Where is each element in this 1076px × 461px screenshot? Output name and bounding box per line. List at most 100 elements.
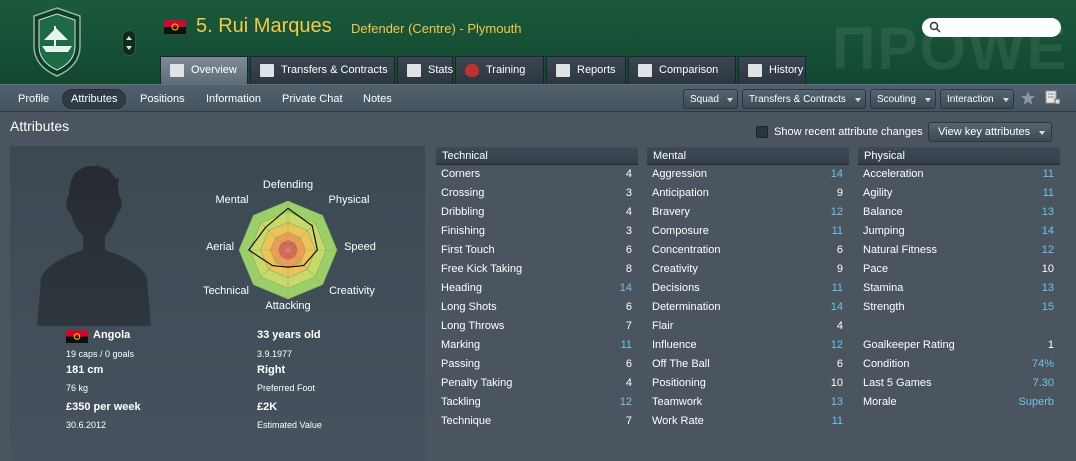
- attribute-row[interactable]: Goalkeeper Rating 1: [858, 336, 1060, 355]
- attribute-row[interactable]: Crossing 3: [436, 184, 638, 203]
- caps-goals: 19 caps / 0 goals: [66, 349, 135, 359]
- attribute-row[interactable]: Condition 74%: [858, 355, 1060, 374]
- dropdown-label: Transfers & Contracts: [749, 94, 846, 105]
- attribute-value: 7.30: [1032, 377, 1054, 389]
- attribute-row[interactable]: Tackling 12: [436, 393, 638, 412]
- dropdown-label: Interaction: [947, 94, 994, 105]
- tab-reports[interactable]: Reports: [546, 56, 626, 84]
- attribute-row[interactable]: Positioning 10: [647, 374, 849, 393]
- search-input[interactable]: [922, 18, 1061, 37]
- attribute-value: 9: [836, 187, 843, 199]
- interaction-dropdown[interactable]: Interaction: [940, 89, 1014, 109]
- attribute-name: Flair: [652, 320, 674, 332]
- attribute-row[interactable]: Work Rate 11: [647, 412, 849, 431]
- attribute-value: 6: [625, 358, 632, 370]
- show-recent-checkbox[interactable]: [756, 126, 768, 138]
- tab-overview[interactable]: Overview: [160, 56, 248, 84]
- attribute-row[interactable]: Composure 11: [647, 222, 849, 241]
- attribute-row[interactable]: Finishing 3: [436, 222, 638, 241]
- attribute-row[interactable]: Concentration 6: [647, 241, 849, 260]
- player-position-club[interactable]: Defender (Centre) - Plymouth: [351, 21, 522, 36]
- tab-label: Overview: [191, 64, 237, 76]
- attribute-row[interactable]: Bravery 12: [647, 203, 849, 222]
- attribute-row[interactable]: Morale Superb: [858, 393, 1060, 412]
- attribute-name: Passing: [441, 358, 481, 370]
- attribute-name: Long Throws: [441, 320, 505, 332]
- club-crest-icon[interactable]: [30, 6, 84, 78]
- attribute-row[interactable]: Dribbling 4: [436, 203, 638, 222]
- training-icon: [465, 64, 479, 77]
- attribute-name: Influence: [652, 339, 697, 351]
- attribute-row[interactable]: Penalty Taking 4: [436, 374, 638, 393]
- attribute-row[interactable]: Corners 4: [436, 165, 638, 184]
- attribute-row[interactable]: Technique 7: [436, 412, 638, 431]
- attribute-row[interactable]: Agility 11: [858, 184, 1060, 203]
- player-nav-arrows[interactable]: [122, 30, 136, 56]
- subnav-positions[interactable]: Positions: [132, 89, 193, 109]
- arrow-up-icon[interactable]: [126, 36, 132, 40]
- radar-label-defending: Defending: [263, 179, 313, 191]
- attribute-row[interactable]: Heading 14: [436, 279, 638, 298]
- estimated-value: £2K: [257, 401, 278, 413]
- attribute-row[interactable]: Decisions 11: [647, 279, 849, 298]
- subnav-notes[interactable]: Notes: [355, 89, 400, 109]
- attribute-row[interactable]: Influence 12: [647, 336, 849, 355]
- squad-dropdown[interactable]: Squad: [683, 89, 738, 109]
- attribute-row[interactable]: Stamina 13: [858, 279, 1060, 298]
- page-title: Attributes: [10, 118, 70, 134]
- view-key-attributes-button[interactable]: View key attributes: [928, 122, 1052, 142]
- attribute-row[interactable]: Long Shots 6: [436, 298, 638, 317]
- subnav-private-chat[interactable]: Private Chat: [274, 89, 351, 109]
- scouting-dropdown[interactable]: Scouting: [870, 89, 936, 109]
- history-icon: [748, 64, 762, 77]
- attribute-value: 11: [1042, 187, 1054, 199]
- attribute-row[interactable]: Aggression 14: [647, 165, 849, 184]
- attribute-row[interactable]: Free Kick Taking 8: [436, 260, 638, 279]
- attribute-value: 12: [830, 339, 843, 351]
- attribute-row[interactable]: First Touch 6: [436, 241, 638, 260]
- attribute-name: Crossing: [441, 187, 485, 199]
- attribute-row[interactable]: Balance 13: [858, 203, 1060, 222]
- technical-attributes-column: Technical Corners 4 Crossing 3 Dribbling 4 Fin…: [436, 147, 638, 431]
- dropdown-label: Scouting: [877, 94, 916, 105]
- player-silhouette-icon: [37, 164, 151, 326]
- transfers-contracts-dropdown[interactable]: Transfers & Contracts: [742, 89, 866, 109]
- attribute-row[interactable]: Last 5 Games 7.30: [858, 374, 1060, 393]
- show-recent-label[interactable]: Show recent attribute changes: [774, 126, 923, 138]
- tab-stats[interactable]: Stats: [397, 56, 453, 84]
- tab-transfers-contracts[interactable]: Transfers & Contracts: [250, 56, 395, 84]
- angola-flag-icon: [66, 330, 88, 343]
- notes-add-icon[interactable]: [1044, 89, 1060, 105]
- attribute-row[interactable]: Acceleration 11: [858, 165, 1060, 184]
- subnav-information[interactable]: Information: [198, 89, 269, 109]
- attribute-row[interactable]: Jumping 14: [858, 222, 1060, 241]
- attribute-row[interactable]: Flair 4: [647, 317, 849, 336]
- chevron-down-icon: [1039, 131, 1045, 135]
- physical-attributes-column: Physical Acceleration 11 Agility 11 Balance 1…: [858, 147, 1060, 412]
- attribute-row[interactable]: Off The Ball 6: [647, 355, 849, 374]
- attribute-value: 7: [625, 320, 632, 332]
- nationality[interactable]: Angola: [93, 329, 130, 341]
- radar-label-mental: Mental: [215, 194, 248, 206]
- attribute-row[interactable]: Determination 14: [647, 298, 849, 317]
- header-bar: ΠPOWE 5. Rui Marques Defender (Centre) -…: [0, 0, 1076, 84]
- attribute-row[interactable]: Creativity 9: [647, 260, 849, 279]
- attribute-row[interactable]: Anticipation 9: [647, 184, 849, 203]
- radar-label-aerial: Aerial: [206, 241, 234, 253]
- arrow-down-icon[interactable]: [126, 46, 132, 50]
- tab-training[interactable]: Training: [455, 56, 544, 84]
- attribute-row[interactable]: Marking 11: [436, 336, 638, 355]
- search-icon[interactable]: [929, 21, 941, 33]
- attribute-row[interactable]: Natural Fitness 12: [858, 241, 1060, 260]
- attribute-name: First Touch: [441, 244, 495, 256]
- attribute-row[interactable]: Teamwork 13: [647, 393, 849, 412]
- attribute-row[interactable]: Long Throws 7: [436, 317, 638, 336]
- tab-comparison[interactable]: Comparison: [628, 56, 736, 84]
- attribute-row[interactable]: Strength 15: [858, 298, 1060, 317]
- subnav-profile[interactable]: Profile: [10, 89, 57, 109]
- star-icon[interactable]: [1020, 90, 1036, 106]
- subnav-attributes[interactable]: Attributes: [62, 89, 127, 109]
- attribute-row[interactable]: Pace 10: [858, 260, 1060, 279]
- attribute-row[interactable]: Passing 6: [436, 355, 638, 374]
- tab-history[interactable]: History: [738, 56, 806, 84]
